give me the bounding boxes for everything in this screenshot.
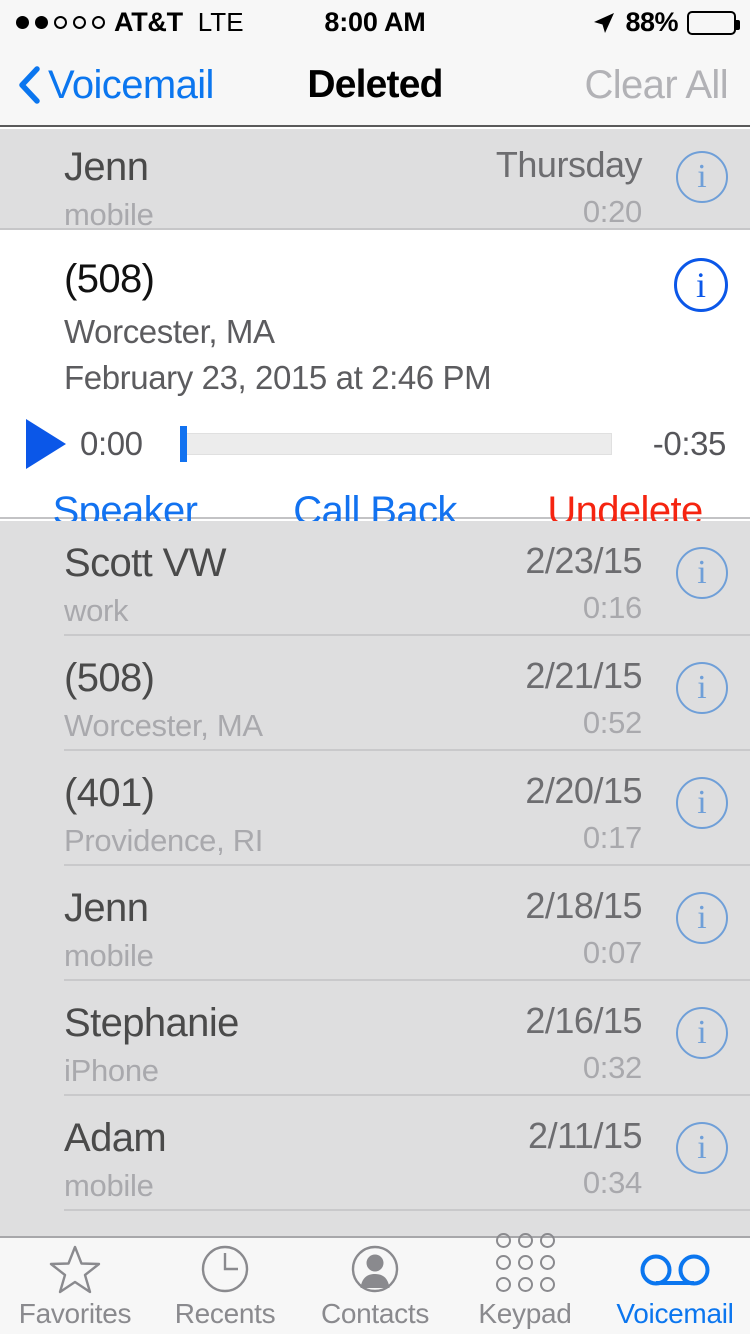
voicemail-sublabel: iPhone bbox=[64, 1052, 159, 1088]
voicemail-date: 2/18/15 bbox=[525, 885, 642, 926]
audio-player: 0:00 -0:35 bbox=[0, 397, 750, 470]
voicemail-date: 2/23/15 bbox=[525, 540, 642, 581]
voicemail-sublabel: mobile bbox=[64, 1167, 154, 1203]
tab-recents[interactable]: Recents bbox=[150, 1238, 300, 1334]
info-circle-icon[interactable]: i bbox=[674, 258, 728, 312]
person-icon bbox=[350, 1242, 400, 1294]
voicemail-name: Jenn bbox=[64, 145, 149, 189]
info-circle-icon[interactable]: i bbox=[676, 547, 728, 599]
tab-label-keypad: Keypad bbox=[478, 1298, 572, 1329]
tab-bar: Favorites Recents Contacts Keypad Voicem… bbox=[0, 1233, 750, 1334]
voicemail-duration: 0:16 bbox=[582, 589, 642, 625]
keypad-icon bbox=[495, 1233, 555, 1294]
voicemail-row-top[interactable]: Jenn mobile Thursday 0:20 i bbox=[0, 129, 750, 232]
voicemail-duration: 0:34 bbox=[582, 1164, 642, 1200]
voicemail-name: Jenn bbox=[64, 886, 149, 930]
table-row[interactable]: Stephanie iPhone 2/16/15 0:32 i bbox=[0, 981, 750, 1094]
playback-scrubber[interactable] bbox=[180, 426, 612, 463]
star-icon bbox=[49, 1242, 101, 1294]
battery-icon bbox=[687, 10, 740, 35]
expanded-voicemail-location: Worcester, MA bbox=[64, 313, 275, 351]
info-circle-icon[interactable]: i bbox=[676, 777, 728, 829]
row-meta: 2/18/15 0:07 bbox=[525, 884, 660, 973]
voicemail-date: 2/16/15 bbox=[525, 1000, 642, 1041]
voicemail-name: (401) bbox=[64, 771, 155, 815]
expanded-voicemail-timestamp: February 23, 2015 at 2:46 PM bbox=[64, 359, 492, 397]
row-meta: 2/21/15 0:52 bbox=[525, 654, 660, 743]
voicemail-date: 2/20/15 bbox=[525, 770, 642, 811]
info-circle-icon[interactable]: i bbox=[676, 1007, 728, 1059]
voicemail-date: 2/21/15 bbox=[525, 655, 642, 696]
table-row[interactable]: Jenn 2/11/15 i bbox=[0, 1211, 750, 1236]
clock-icon bbox=[200, 1242, 250, 1294]
voicemail-sublabel: work bbox=[64, 592, 129, 628]
row-main: Jenn bbox=[0, 1229, 528, 1236]
expanded-voicemail-name: (508) bbox=[64, 257, 155, 301]
info-circle-icon[interactable]: i bbox=[676, 151, 728, 203]
voicemail-sublabel: Providence, RI bbox=[64, 822, 264, 858]
info-circle-icon[interactable]: i bbox=[676, 1122, 728, 1174]
table-row[interactable]: Jenn mobile 2/18/15 0:07 i bbox=[0, 866, 750, 979]
row-main: Adam mobile bbox=[0, 1114, 528, 1206]
voicemail-name: (508) bbox=[64, 656, 155, 700]
tab-label-favorites: Favorites bbox=[18, 1298, 132, 1329]
tab-favorites[interactable]: Favorites bbox=[0, 1238, 150, 1334]
voicemail-duration: 0:07 bbox=[582, 934, 642, 970]
voicemail-list[interactable]: Scott VW work 2/23/15 0:16 i (508) Worce… bbox=[0, 521, 750, 1236]
row-main: Scott VW work bbox=[0, 539, 525, 631]
voicemail-duration: 0:52 bbox=[582, 704, 642, 740]
row-main: Jenn mobile bbox=[0, 143, 496, 235]
navigation-bar: Voicemail Deleted Clear All bbox=[0, 45, 750, 127]
voicemail-duration: 0:32 bbox=[582, 1049, 642, 1085]
tab-keypad[interactable]: Keypad bbox=[450, 1233, 600, 1334]
scrubber-playhead[interactable] bbox=[180, 426, 187, 463]
row-meta: 2/20/15 0:17 bbox=[525, 769, 660, 858]
table-row[interactable]: Adam mobile 2/11/15 0:34 i bbox=[0, 1096, 750, 1209]
row-main: Jenn mobile bbox=[0, 884, 525, 976]
remaining-time-label: -0:35 bbox=[652, 425, 727, 463]
location-arrow-icon bbox=[592, 11, 616, 35]
status-bar: AT&T LTE 8:00 AM 88% bbox=[0, 0, 750, 45]
row-meta: Thursday 0:20 bbox=[496, 143, 660, 232]
row-meta: 2/11/15 0:34 bbox=[528, 1114, 660, 1203]
voicemail-sublabel: Worcester, MA bbox=[64, 707, 263, 743]
voicemail-duration: 0:20 bbox=[582, 193, 642, 229]
voicemail-sublabel: mobile bbox=[64, 196, 154, 232]
expanded-voicemail-cell: (508) Worcester, MA February 23, 2015 at… bbox=[0, 232, 750, 533]
tab-label-contacts: Contacts bbox=[320, 1298, 430, 1329]
voicemail-name: Jenn bbox=[64, 1229, 528, 1236]
scrubber-track bbox=[180, 433, 612, 456]
tape-reel-icon bbox=[639, 1242, 711, 1294]
row-main: Stephanie iPhone bbox=[0, 999, 525, 1091]
expanded-header: (508) Worcester, MA February 23, 2015 at… bbox=[0, 232, 750, 397]
voicemail-name: Stephanie bbox=[64, 1001, 239, 1045]
table-row[interactable]: (401) Providence, RI 2/20/15 0:17 i bbox=[0, 751, 750, 864]
tab-voicemail[interactable]: Voicemail bbox=[600, 1238, 750, 1334]
row-main: (401) Providence, RI bbox=[0, 769, 525, 861]
voicemail-name: Adam bbox=[64, 1116, 167, 1160]
voicemail-duration: 0:17 bbox=[582, 819, 642, 855]
battery-percent-label: 88% bbox=[625, 7, 678, 37]
elapsed-time-label: 0:00 bbox=[80, 425, 143, 463]
clear-all-button[interactable]: Clear All bbox=[584, 63, 728, 108]
voicemail-date: Thursday bbox=[495, 144, 643, 185]
table-row[interactable]: (508) Worcester, MA 2/21/15 0:52 i bbox=[0, 636, 750, 749]
row-main: (508) Worcester, MA bbox=[0, 654, 525, 746]
row-meta: 2/23/15 0:16 bbox=[525, 539, 660, 628]
tab-contacts[interactable]: Contacts bbox=[300, 1238, 450, 1334]
info-circle-icon[interactable]: i bbox=[676, 892, 728, 944]
info-circle-icon[interactable]: i bbox=[676, 662, 728, 714]
voicemail-screen: AT&T LTE 8:00 AM 88% Voicemail Deleted C… bbox=[0, 0, 750, 1334]
tab-label-recents: Recents bbox=[174, 1298, 276, 1329]
table-row[interactable]: Scott VW work 2/23/15 0:16 i bbox=[0, 521, 750, 634]
tab-label-voicemail: Voicemail bbox=[616, 1298, 734, 1329]
play-triangle-icon[interactable] bbox=[26, 419, 66, 470]
voicemail-sublabel: mobile bbox=[64, 937, 154, 973]
voicemail-date: 2/11/15 bbox=[528, 1115, 642, 1156]
voicemail-name: Scott VW bbox=[64, 541, 227, 585]
status-bar-right: 88% bbox=[592, 7, 740, 38]
row-meta: 2/16/15 0:32 bbox=[525, 999, 660, 1088]
